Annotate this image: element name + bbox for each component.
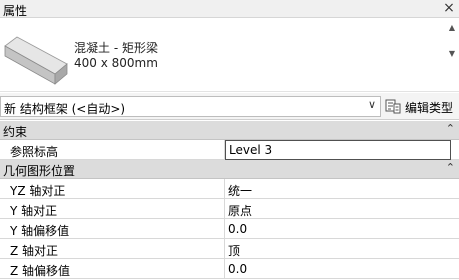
- type-selector[interactable]: 混凝土 - 矩形梁 400 x 800mm ▲ ▼: [0, 19, 459, 92]
- column-divider: [224, 259, 225, 278]
- type-size: 400 x 800mm: [74, 56, 158, 70]
- property-row-z-justification[interactable]: Z 轴对正 顶: [0, 239, 459, 259]
- property-name: Z 轴偏移值: [10, 264, 71, 278]
- properties-grid: 约束 ⌃ 参照标高 Level 3 几何图形位置 ⌃ YZ 轴对正 统一 Y 轴…: [0, 121, 459, 279]
- property-value[interactable]: 统一: [228, 182, 252, 199]
- property-name: 参照标高: [10, 145, 59, 159]
- property-value[interactable]: Level 3: [229, 143, 272, 157]
- column-divider: [224, 199, 225, 218]
- collapse-icon[interactable]: ⌃: [446, 161, 455, 174]
- column-divider: [224, 239, 225, 258]
- section-title: 几何图形位置: [3, 164, 76, 178]
- property-value-editor[interactable]: Level 3: [225, 140, 451, 160]
- edit-type-button[interactable]: 编辑类型: [384, 96, 459, 117]
- edit-type-label: 编辑类型: [405, 101, 454, 115]
- property-row-y-justification[interactable]: Y 轴对正 原点: [0, 199, 459, 219]
- properties-title-bar: 属性 ×: [0, 0, 459, 18]
- section-constraints[interactable]: 约束 ⌃: [0, 121, 459, 140]
- scroll-up-icon[interactable]: ▲: [447, 23, 457, 33]
- close-icon[interactable]: ×: [442, 0, 456, 17]
- concrete-beam-icon: [4, 36, 68, 85]
- panel-title: 属性: [3, 4, 28, 18]
- property-value[interactable]: 0.0: [228, 262, 247, 276]
- property-value[interactable]: 原点: [228, 202, 252, 219]
- property-value[interactable]: 顶: [228, 242, 240, 259]
- property-value[interactable]: 0.0: [228, 222, 247, 236]
- property-row-reference-level[interactable]: 参照标高 Level 3: [0, 140, 459, 160]
- instance-filter-value: 新 结构框架 (<自动>): [4, 102, 126, 116]
- property-row-y-offset[interactable]: Y 轴偏移值 0.0: [0, 219, 459, 239]
- section-title: 约束: [3, 125, 28, 139]
- property-name: Y 轴对正: [10, 204, 58, 218]
- property-row-z-offset[interactable]: Z 轴偏移值 0.0: [0, 259, 459, 279]
- chevron-down-icon[interactable]: ∨: [368, 98, 376, 111]
- type-name: 混凝土 - 矩形梁 400 x 800mm: [74, 41, 158, 71]
- property-row-yz-justification[interactable]: YZ 轴对正 统一: [0, 179, 459, 199]
- column-divider: [224, 179, 225, 198]
- instance-filter-row: 新 结构框架 (<自动>) ∨ 编辑类型: [0, 93, 459, 120]
- column-divider: [224, 219, 225, 238]
- collapse-icon[interactable]: ⌃: [446, 122, 455, 135]
- type-family: 混凝土 - 矩形梁: [74, 41, 158, 55]
- property-name: Y 轴偏移值: [10, 224, 70, 238]
- edit-type-icon: [385, 99, 401, 114]
- property-name: YZ 轴对正: [10, 184, 66, 198]
- scroll-down-icon[interactable]: ▼: [447, 49, 457, 59]
- property-name: Z 轴对正: [10, 244, 59, 258]
- instance-filter-dropdown[interactable]: 新 结构框架 (<自动>) ∨: [0, 96, 381, 117]
- section-geometric-position[interactable]: 几何图形位置 ⌃: [0, 160, 459, 179]
